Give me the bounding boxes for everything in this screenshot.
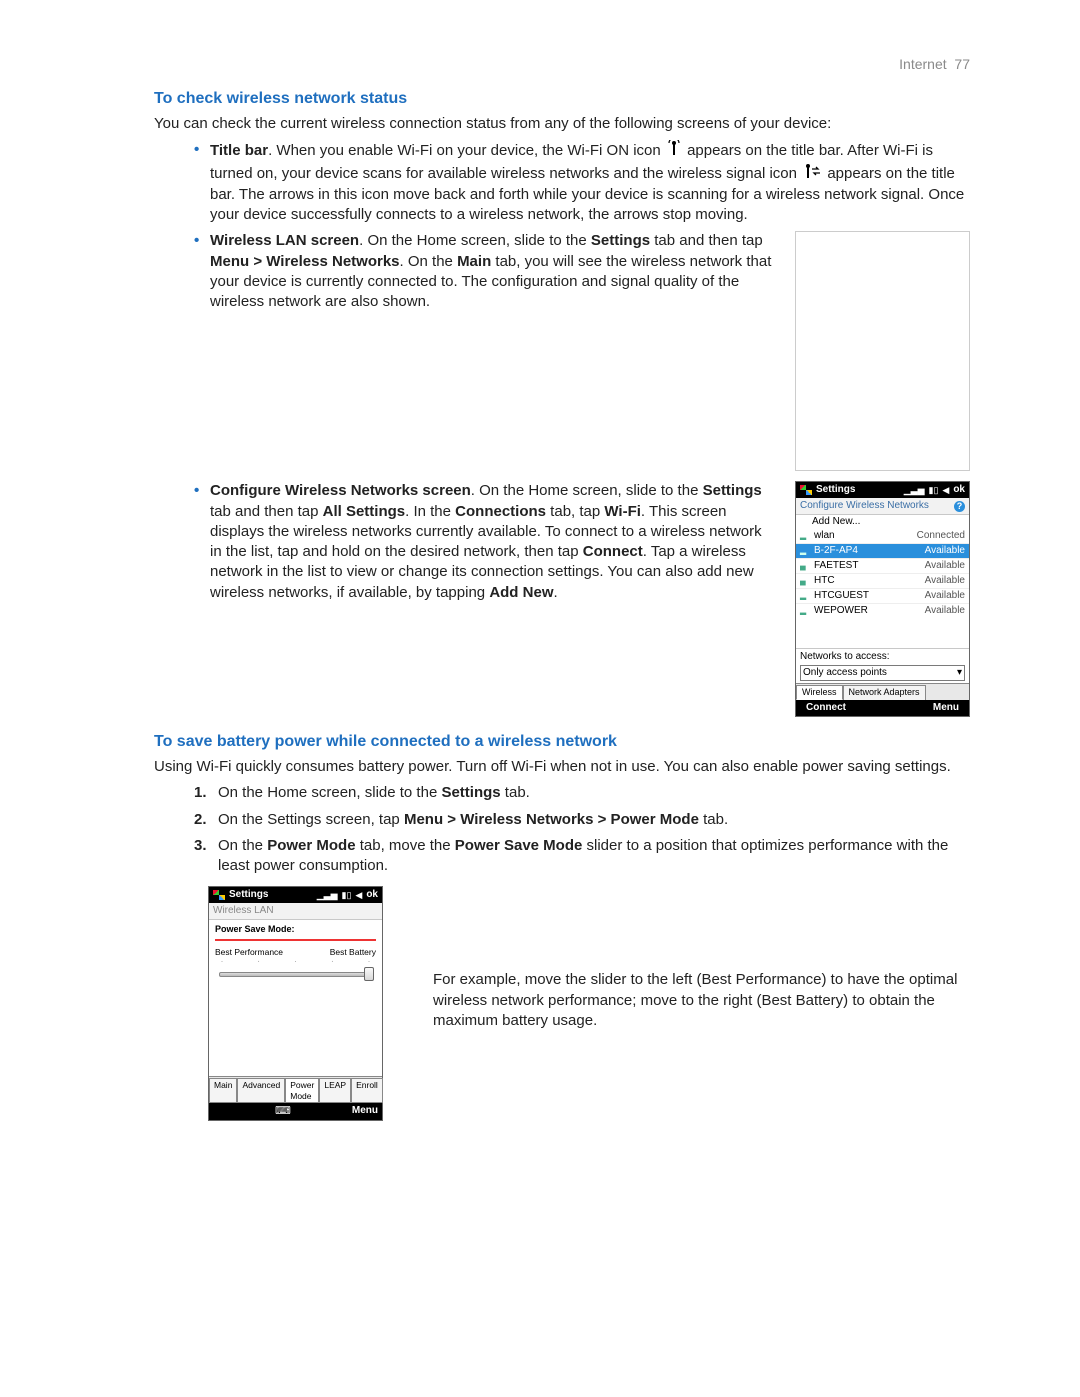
tab-network-adapters[interactable]: Network Adapters	[843, 685, 926, 700]
bullet-configure-networks: Configure Wireless Networks screen. On t…	[194, 481, 777, 603]
tab-wireless[interactable]: Wireless	[796, 685, 843, 700]
tab-power-mode[interactable]: Power Mode	[285, 1078, 319, 1102]
wm2-title-bar: Settings ▁▃▅ ▮▯ ◀ ok	[209, 887, 382, 903]
soft-menu[interactable]: Menu	[352, 1105, 378, 1117]
red-divider	[215, 939, 376, 941]
intro-para-1: You can check the current wireless conne…	[154, 114, 970, 134]
network-name: HTC	[814, 575, 925, 587]
slider-thumb[interactable]	[364, 967, 374, 981]
lead-wlan: Wireless LAN screen	[210, 232, 359, 249]
step-2: On the Settings screen, tap Menu > Wirel…	[194, 810, 970, 830]
wm2-subheader: Wireless LAN	[209, 903, 382, 920]
network-item[interactable]: ▄ HTCAvailable	[796, 573, 969, 588]
volume-icon: ◀	[355, 890, 362, 901]
access-label: Networks to access:	[800, 651, 965, 663]
bullet-title-bar: Title bar. When you enable Wi-Fi on your…	[194, 140, 970, 225]
section-name: Internet	[899, 56, 946, 72]
network-item[interactable]: ▂ B-2F-AP4Available	[796, 543, 969, 558]
figure-configure-wireless-networks: Settings ▁▃▅ ▮▯ ◀ ok Configure Wireless …	[795, 481, 970, 717]
wm-subheader-text: Configure Wireless Networks	[800, 500, 929, 512]
network-name: HTCGUEST	[814, 590, 925, 602]
network-name: B-2F-AP4	[814, 545, 925, 557]
wm2-tabs: Main Advanced Power Mode LEAP Enroll	[209, 1076, 382, 1102]
bullet-list-1: Title bar. When you enable Wi-Fi on your…	[194, 140, 970, 225]
ok-button[interactable]: ok	[953, 484, 965, 496]
heading-save-battery: To save battery power while connected to…	[154, 733, 970, 751]
document-page: Internet 77 To check wireless network st…	[0, 0, 1080, 1181]
bullet-list-3: Configure Wireless Networks screen. On t…	[194, 481, 777, 603]
network-status: Available	[925, 560, 965, 572]
wm-title-bar: Settings ▁▃▅ ▮▯ ◀ ok	[796, 482, 969, 498]
network-status: Available	[925, 545, 965, 557]
cell-icon: ▮▯	[342, 890, 352, 901]
tab-main[interactable]: Main	[209, 1078, 237, 1102]
wm-tabs: Wireless Network Adapters	[796, 683, 969, 700]
wifi-on-icon	[667, 140, 681, 162]
psm-heading: Power Save Mode:	[215, 924, 376, 935]
signal-icon: ▁▃▅	[904, 485, 925, 496]
cell-icon: ▮▯	[929, 485, 939, 496]
network-list: Add New... ▂wlanConnected▂B-2F-AP4Availa…	[796, 515, 969, 648]
tab-leap[interactable]: LEAP	[319, 1078, 351, 1102]
signal-strength-icon: ▂	[800, 591, 810, 601]
windows-flag-icon	[800, 485, 812, 495]
network-status: Connected	[917, 530, 965, 542]
networks-to-access: Networks to access: Only access points ▾	[796, 648, 969, 683]
wifi-signal-scan-icon	[803, 163, 821, 185]
network-status: Available	[925, 590, 965, 602]
step-3: On the Power Mode tab, move the Power Sa…	[194, 836, 970, 877]
bullet-wireless-lan: Wireless LAN screen. On the Home screen,…	[194, 231, 777, 312]
heading-check-status: To check wireless network status	[154, 90, 970, 108]
help-icon[interactable]: ?	[954, 501, 965, 512]
network-name: wlan	[814, 530, 917, 542]
network-item[interactable]: ▂ wlanConnected	[796, 529, 969, 543]
intro-para-2: Using Wi-Fi quickly consumes battery pow…	[154, 757, 970, 777]
lead-title-bar: Title bar	[210, 142, 268, 159]
signal-strength-icon: ▄	[800, 576, 810, 586]
network-item[interactable]: ▂ WEPOWERAvailable	[796, 603, 969, 618]
page-number: 77	[954, 56, 970, 72]
windows-flag-icon	[213, 890, 225, 900]
network-name: WEPOWER	[814, 605, 925, 617]
access-dropdown[interactable]: Only access points ▾	[800, 665, 965, 681]
tab-enroll[interactable]: Enroll	[351, 1078, 383, 1102]
step-1: On the Home screen, slide to the Setting…	[194, 783, 970, 803]
wm-soft-bar: Connect Menu	[796, 700, 969, 716]
network-status: Available	[925, 575, 965, 587]
label-best-performance: Best Performance	[215, 947, 283, 957]
lead-config: Configure Wireless Networks screen	[210, 482, 471, 499]
signal-strength-icon: ▄	[800, 561, 810, 571]
network-item[interactable]: ▂ HTCGUESTAvailable	[796, 588, 969, 603]
chevron-down-icon: ▾	[957, 667, 962, 679]
network-status: Available	[925, 605, 965, 617]
power-save-slider[interactable]: ·····	[215, 959, 376, 978]
signal-strength-icon: ▂	[800, 546, 810, 556]
signal-strength-icon: ▂	[800, 606, 810, 616]
ok-button[interactable]: ok	[366, 889, 378, 901]
soft-connect[interactable]: Connect	[806, 702, 846, 714]
network-item[interactable]: ▄ FAETESTAvailable	[796, 558, 969, 573]
figure-wireless-lan-placeholder	[795, 231, 970, 471]
example-caption: For example, move the slider to the left…	[433, 886, 970, 1031]
wm2-soft-bar: ⌨ Menu	[209, 1103, 382, 1120]
signal-strength-icon: ▂	[800, 531, 810, 541]
figure-power-save-mode: Settings ▁▃▅ ▮▯ ◀ ok Wireless LAN Power …	[208, 886, 383, 1121]
add-new-item[interactable]: Add New...	[796, 515, 969, 529]
wm-subheader: Configure Wireless Networks ?	[796, 498, 969, 515]
tab-advanced[interactable]: Advanced	[237, 1078, 285, 1102]
network-name: FAETEST	[814, 560, 925, 572]
soft-menu[interactable]: Menu	[933, 702, 959, 714]
steps-list: On the Home screen, slide to the Setting…	[194, 783, 970, 876]
running-header: Internet 77	[154, 56, 970, 72]
volume-icon: ◀	[942, 485, 949, 496]
bullet-list-2: Wireless LAN screen. On the Home screen,…	[194, 231, 777, 312]
label-best-battery: Best Battery	[330, 947, 376, 957]
signal-icon: ▁▃▅	[317, 890, 338, 901]
keyboard-icon[interactable]: ⌨	[275, 1105, 290, 1118]
wm-title: Settings	[816, 484, 855, 496]
wm2-title: Settings	[229, 889, 268, 901]
